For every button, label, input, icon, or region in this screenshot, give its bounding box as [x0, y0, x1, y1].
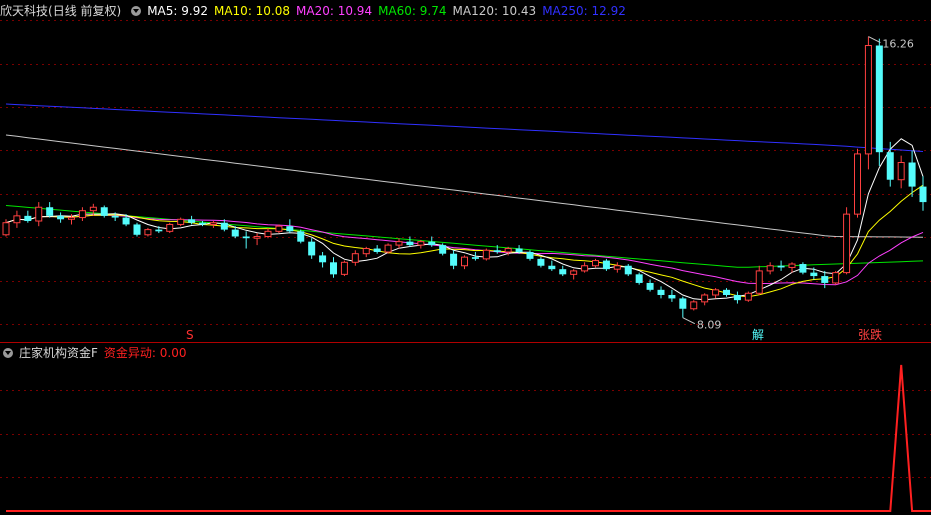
ma120-value: MA120: 10.43: [452, 4, 537, 18]
ma250-value: MA250: 12.92: [542, 4, 626, 18]
fund-anomaly-value: 资金异动: 0.00: [103, 346, 187, 360]
ma5-value: MA5: 9.92: [147, 4, 208, 18]
indicator-name: 庄家机构资金F: [19, 346, 98, 360]
ma60-value: MA60: 9.74: [378, 4, 447, 18]
sub-chart-header: 庄家机构资金F 资金异动: 0.00: [0, 344, 931, 362]
main-chart-header: 欣天科技(日线 前复权) MA5: 9.92 MA10: 10.08 MA20: 10…: [0, 2, 931, 20]
stock-chart-window: 16.26 8.09 S 解张跌 欣天科技(日线 前复权) MA5: 9.92 MA10:…: [0, 0, 931, 515]
chevron-down-icon[interactable]: [131, 6, 142, 16]
period-label: (日线 前复权): [48, 4, 122, 18]
ma10-value: MA10: 10.08: [213, 4, 291, 18]
chevron-down-icon[interactable]: [3, 348, 13, 358]
fund-indicator-chart[interactable]: [0, 0, 931, 515]
fund-anomaly-line: [6, 364, 931, 512]
ma20-value: MA20: 10.94: [296, 4, 373, 18]
stock-name: 欣天科技: [0, 4, 49, 18]
